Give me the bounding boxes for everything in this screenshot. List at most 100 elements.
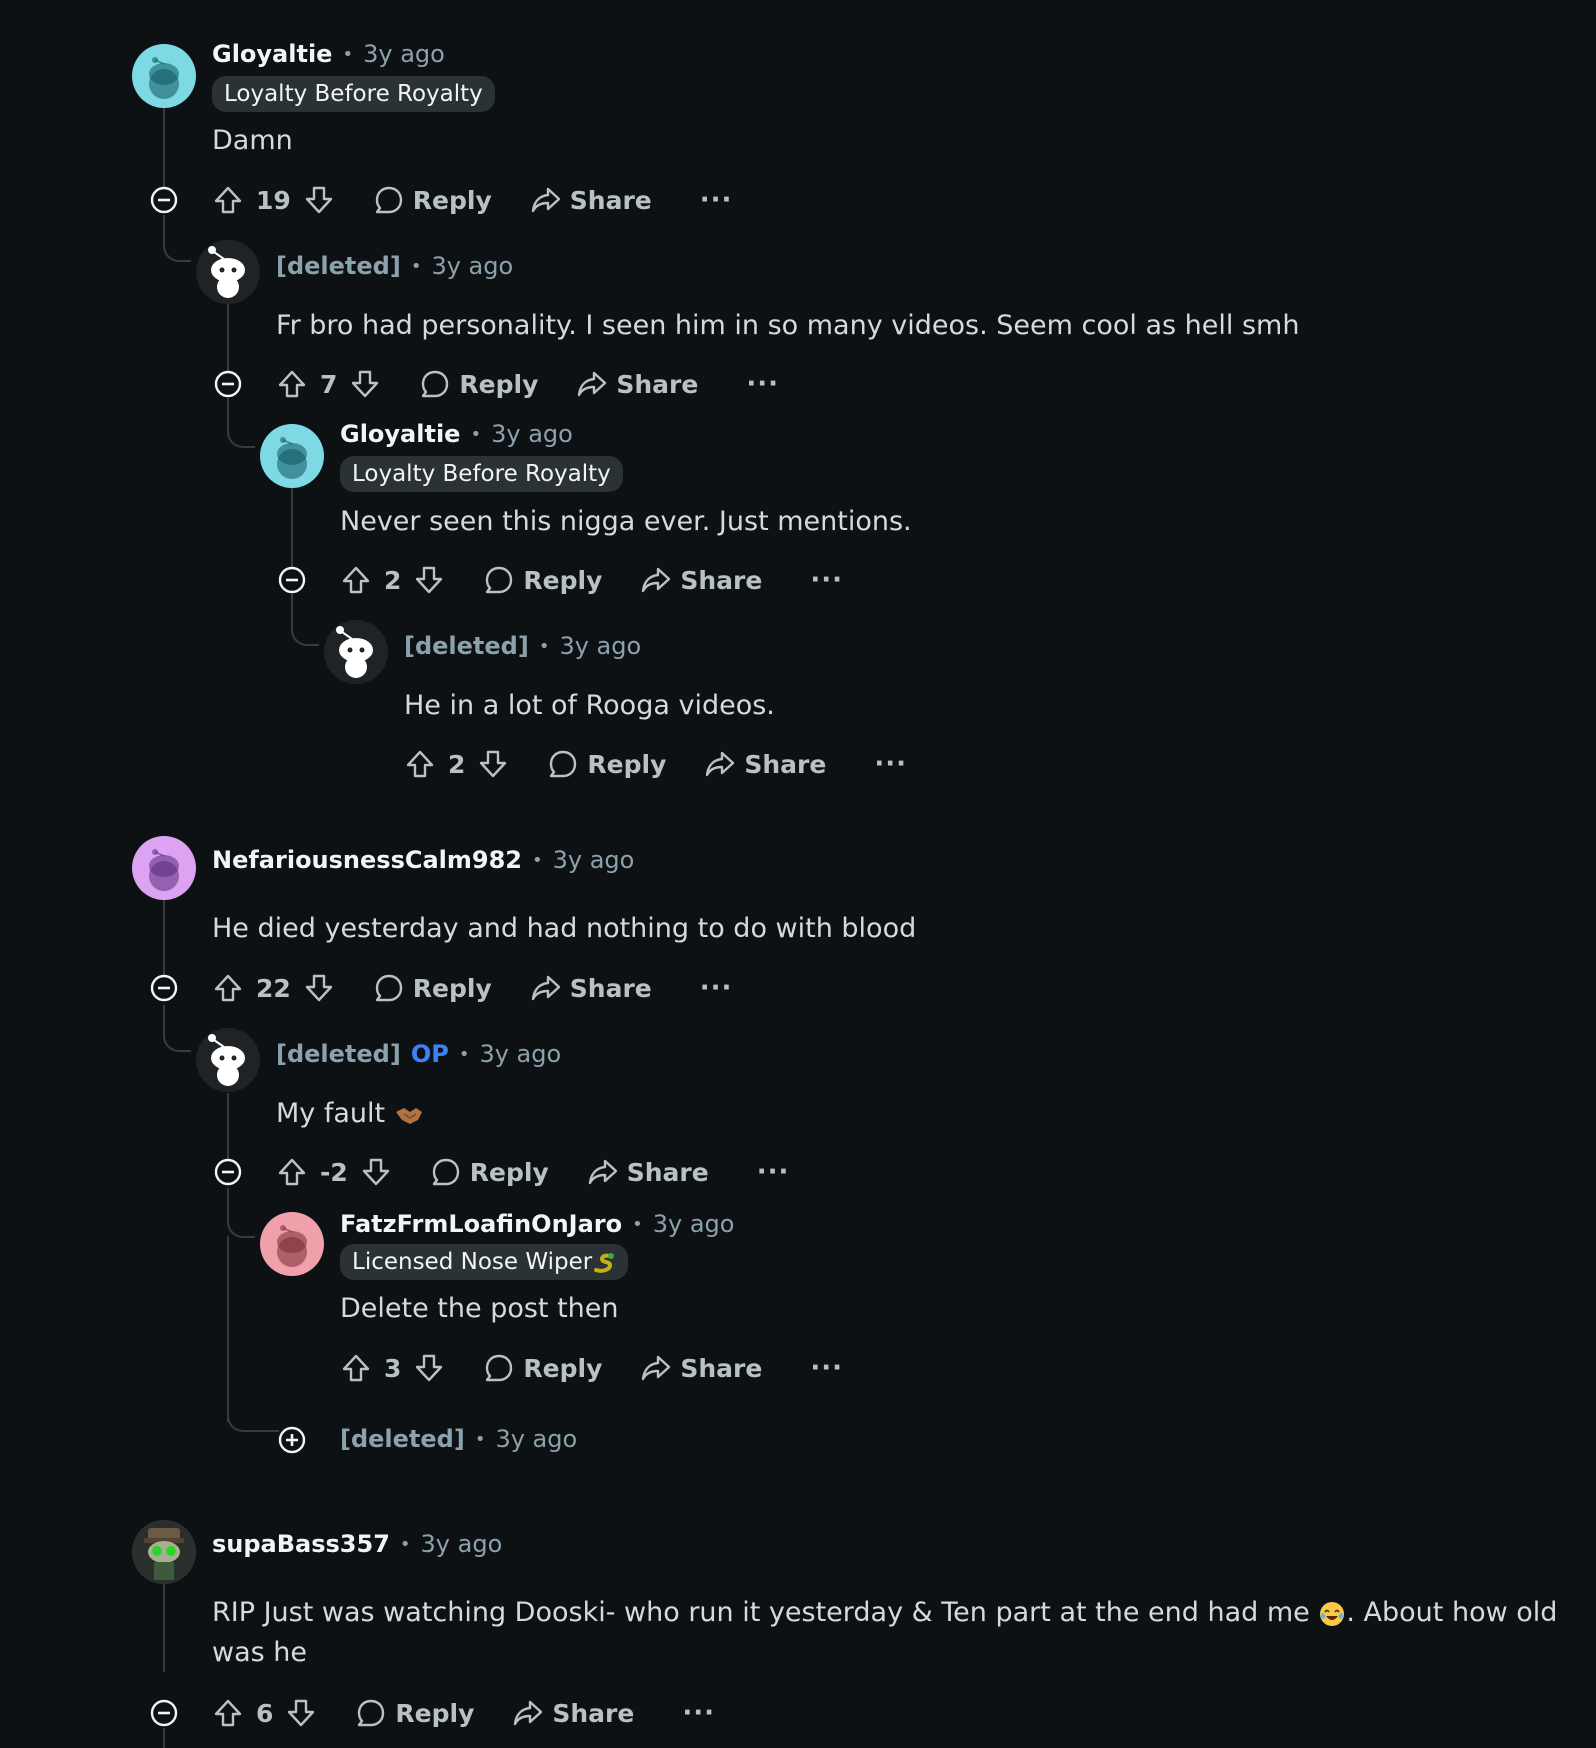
author-name[interactable]: Gloyaltie <box>340 420 460 448</box>
collapse-icon[interactable] <box>149 185 179 215</box>
upvote-icon[interactable] <box>212 184 244 216</box>
collapse-icon[interactable] <box>213 1157 243 1187</box>
more-options-button[interactable]: ··· <box>810 565 843 595</box>
reply-icon <box>483 564 515 596</box>
comment-body: My fault <box>276 1094 424 1134</box>
comment-meta: [deleted] • 3y ago <box>340 1425 577 1453</box>
avatar[interactable] <box>132 1520 196 1584</box>
avatar[interactable] <box>260 424 324 488</box>
thread-line <box>227 303 229 373</box>
upvote-icon[interactable] <box>404 748 436 780</box>
share-icon <box>640 1352 672 1384</box>
comment-actions: -2 Reply Share ··· <box>276 1150 789 1194</box>
timestamp[interactable]: 3y ago <box>479 1040 561 1068</box>
reply-icon <box>430 1156 462 1188</box>
vote-score: -2 <box>320 1157 348 1187</box>
downvote-icon[interactable] <box>360 1156 392 1188</box>
separator-dot: • <box>342 43 354 65</box>
comment-body-text: My fault <box>276 1098 386 1129</box>
avatar[interactable] <box>260 1212 324 1276</box>
reply-icon <box>419 368 451 400</box>
collapse-icon[interactable] <box>213 369 243 399</box>
share-button[interactable]: Share <box>587 1156 709 1188</box>
share-button[interactable]: Share <box>704 748 826 780</box>
author-name[interactable]: supaBass357 <box>212 1530 390 1558</box>
share-icon <box>640 564 672 596</box>
comment-actions: 3 Reply Share ··· <box>340 1346 843 1390</box>
comment-body: Never seen this nigga ever. Just mention… <box>340 506 912 537</box>
comment-meta: Gloyaltie • 3y ago <box>340 420 573 448</box>
thread-elbow <box>291 594 319 646</box>
avatar[interactable] <box>132 836 196 900</box>
share-button[interactable]: Share <box>530 972 652 1004</box>
share-button[interactable]: Share <box>512 1697 634 1729</box>
handshake-emoji <box>395 1107 422 1124</box>
separator-dot: • <box>399 1533 411 1555</box>
more-options-button[interactable]: ··· <box>746 369 779 399</box>
downvote-icon[interactable] <box>413 564 445 596</box>
comment-meta: NefariousnessCalm982 • 3y ago <box>212 846 634 874</box>
separator-dot: • <box>632 1213 643 1235</box>
timestamp[interactable]: 3y ago <box>559 632 641 660</box>
avatar[interactable] <box>196 1028 260 1092</box>
collapse-icon[interactable] <box>277 565 307 595</box>
author-name[interactable]: FatzFrmLoafinOnJaro <box>340 1210 622 1238</box>
vote-score: 6 <box>256 1698 274 1728</box>
downvote-icon[interactable] <box>477 748 509 780</box>
reply-button[interactable]: Reply <box>483 1352 602 1384</box>
reply-button[interactable]: Reply <box>355 1697 474 1729</box>
downvote-icon[interactable] <box>285 1697 317 1729</box>
more-options-button[interactable]: ··· <box>874 749 907 779</box>
upvote-icon[interactable] <box>212 972 244 1004</box>
share-icon <box>512 1697 544 1729</box>
reply-button[interactable]: Reply <box>547 748 666 780</box>
downvote-icon[interactable] <box>413 1352 445 1384</box>
avatar[interactable] <box>324 620 388 684</box>
upvote-icon[interactable] <box>340 564 372 596</box>
timestamp[interactable]: 3y ago <box>495 1425 577 1453</box>
collapse-icon[interactable] <box>149 973 179 1003</box>
more-options-button[interactable]: ··· <box>700 973 733 1003</box>
reply-button[interactable]: Reply <box>373 972 492 1004</box>
thread-line <box>163 1582 165 1672</box>
timestamp[interactable]: 3y ago <box>421 1530 503 1558</box>
avatar[interactable] <box>132 44 196 108</box>
share-button[interactable]: Share <box>530 184 652 216</box>
reply-button[interactable]: Reply <box>430 1156 549 1188</box>
upvote-icon[interactable] <box>276 368 308 400</box>
downvote-icon[interactable] <box>303 184 335 216</box>
author-name: [deleted] <box>340 1425 465 1453</box>
comment-body: RIP Just was watching Dooski- who run it… <box>212 1593 1596 1673</box>
downvote-icon[interactable] <box>303 972 335 1004</box>
timestamp[interactable]: 3y ago <box>491 420 573 448</box>
more-options-button[interactable]: ··· <box>700 185 733 215</box>
share-icon <box>576 368 608 400</box>
share-button[interactable]: Share <box>640 1352 762 1384</box>
avatar[interactable] <box>196 240 260 304</box>
downvote-icon[interactable] <box>349 368 381 400</box>
comment-body-text: RIP Just was watching Dooski- who run it… <box>212 1597 1310 1628</box>
author-name[interactable]: NefariousnessCalm982 <box>212 846 522 874</box>
comment-actions: 2 Reply Share ··· <box>404 742 907 786</box>
author-name[interactable]: Gloyaltie <box>212 40 332 68</box>
timestamp[interactable]: 3y ago <box>553 846 635 874</box>
timestamp[interactable]: 3y ago <box>653 1210 735 1238</box>
reply-button[interactable]: Reply <box>483 564 602 596</box>
share-button[interactable]: Share <box>640 564 762 596</box>
expand-icon[interactable] <box>277 1425 307 1455</box>
upvote-icon[interactable] <box>212 1697 244 1729</box>
thread-elbow <box>227 1188 255 1238</box>
share-button[interactable]: Share <box>576 368 698 400</box>
upvote-icon[interactable] <box>340 1352 372 1384</box>
collapse-icon[interactable] <box>149 1698 179 1728</box>
upvote-icon[interactable] <box>276 1156 308 1188</box>
reply-button[interactable]: Reply <box>373 184 492 216</box>
more-options-button[interactable]: ··· <box>757 1157 790 1187</box>
more-options-button[interactable]: ··· <box>810 1353 843 1383</box>
reply-button[interactable]: Reply <box>419 368 538 400</box>
separator-dot: • <box>470 423 482 445</box>
more-options-button[interactable]: ··· <box>682 1698 715 1728</box>
author-name: [deleted] <box>276 1040 401 1068</box>
timestamp[interactable]: 3y ago <box>431 252 513 280</box>
timestamp[interactable]: 3y ago <box>363 40 445 68</box>
